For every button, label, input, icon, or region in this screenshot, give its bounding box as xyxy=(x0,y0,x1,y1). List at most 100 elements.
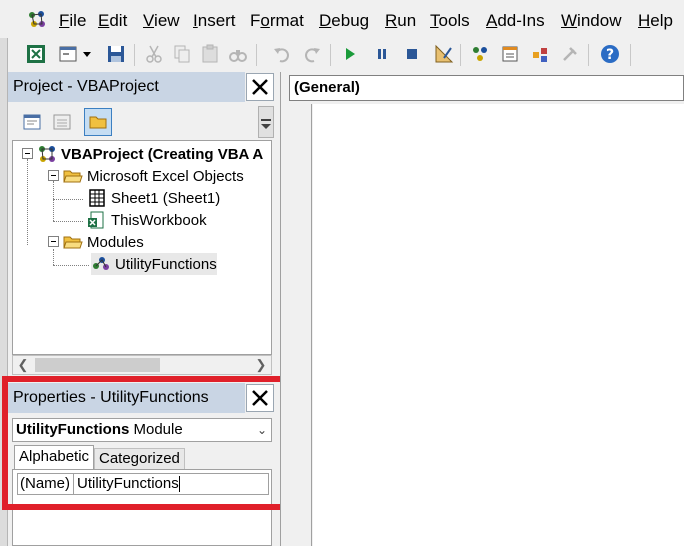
tree-item-modules[interactable]: Modules xyxy=(63,231,144,253)
menu-file[interactable]: File xyxy=(59,10,86,32)
tree-connector xyxy=(53,199,83,200)
tree-item-label: Microsoft Excel Objects xyxy=(87,167,244,185)
tree-item-label: Modules xyxy=(87,233,144,251)
chevron-right-icon[interactable]: ❯ xyxy=(251,356,271,374)
worksheet-icon xyxy=(87,188,107,208)
view-excel-icon[interactable] xyxy=(24,42,48,66)
object-browser-icon[interactable] xyxy=(528,42,552,66)
toolbar-separator xyxy=(134,44,135,66)
code-editor[interactable] xyxy=(313,104,684,546)
open-folder-icon xyxy=(63,166,83,186)
property-name: (Name) xyxy=(18,474,75,494)
toolbar-separator xyxy=(460,44,461,66)
property-row-name[interactable]: (Name) UtilityFunctions xyxy=(17,473,269,495)
chevron-left-icon[interactable]: ❮ xyxy=(13,356,33,374)
tree-item-label: UtilityFunctions xyxy=(115,255,217,273)
run-icon[interactable] xyxy=(338,42,362,66)
menu-debug[interactable]: Debug xyxy=(319,10,369,32)
tree-connector xyxy=(53,249,54,265)
view-object-icon xyxy=(53,114,71,130)
workbook-icon xyxy=(87,210,107,230)
save-icon[interactable] xyxy=(104,42,128,66)
vba-project-icon xyxy=(37,144,57,164)
toolbar-separator xyxy=(588,44,589,66)
menu-window[interactable]: Window xyxy=(561,10,621,32)
properties-panel-title: Properties - UtilityFunctions xyxy=(8,383,245,413)
tree-connector xyxy=(27,159,28,245)
chevron-down-icon: ⌄ xyxy=(256,423,267,437)
tree-connector xyxy=(53,181,54,221)
tree-item-label: Sheet1 (Sheet1) xyxy=(111,189,221,207)
project-toolbar xyxy=(10,104,276,140)
toolbox-icon[interactable] xyxy=(558,42,582,66)
menu-format[interactable]: Format xyxy=(250,10,304,32)
property-value-input[interactable]: UtilityFunctions xyxy=(74,474,180,494)
properties-grid: (Name) UtilityFunctions xyxy=(12,469,272,546)
tree-item-thisworkbook[interactable]: ThisWorkbook xyxy=(87,209,207,231)
close-icon xyxy=(252,390,268,406)
menu-run[interactable]: Run xyxy=(385,10,416,32)
toggle-folders-button[interactable] xyxy=(84,108,112,136)
close-icon xyxy=(252,79,268,95)
project-explorer-icon[interactable] xyxy=(468,42,492,66)
view-code-button[interactable] xyxy=(18,108,46,136)
toolbar-separator xyxy=(630,44,631,66)
paste-icon[interactable] xyxy=(198,42,222,66)
project-tree: VBAProject (Creating VBA A Microsoft Exc… xyxy=(12,140,272,355)
module-icon xyxy=(91,254,111,274)
object-selector-dropdown[interactable]: UtilityFunctions Module ⌄ xyxy=(12,418,272,442)
menu-bar: File Edit View Insert Format Debug Run T… xyxy=(0,0,684,38)
vba-app-icon xyxy=(26,9,48,31)
cut-icon[interactable] xyxy=(142,42,166,66)
code-margin-indicator-bar xyxy=(284,104,312,546)
svg-text:?: ? xyxy=(606,47,614,63)
redo-icon[interactable] xyxy=(300,42,324,66)
folder-icon xyxy=(89,116,107,129)
window-left-edge xyxy=(0,0,8,546)
tree-item-excel-objects[interactable]: Microsoft Excel Objects xyxy=(63,165,244,187)
tab-alphabetic[interactable]: Alphabetic xyxy=(14,445,95,469)
menu-add-ins[interactable]: Add-Ins xyxy=(486,10,545,32)
tab-categorized[interactable]: Categorized xyxy=(94,448,185,469)
object-name: UtilityFunctions xyxy=(16,421,130,438)
chevron-down-icon xyxy=(261,119,271,129)
menu-help[interactable]: Help xyxy=(638,10,673,32)
collapse-modules-toggle[interactable] xyxy=(48,236,59,247)
help-icon[interactable]: ? xyxy=(598,42,622,66)
view-object-button[interactable] xyxy=(48,108,76,136)
dropdown-arrow-icon[interactable] xyxy=(80,42,94,66)
standard-toolbar: ? xyxy=(8,38,684,72)
close-project-panel-button[interactable] xyxy=(246,73,274,101)
tree-connector xyxy=(53,221,83,222)
find-icon[interactable] xyxy=(226,42,250,66)
tree-item-utilityfunctions[interactable]: UtilityFunctions xyxy=(91,253,217,275)
toolbar-separator xyxy=(256,44,257,66)
collapse-excel-objects-toggle[interactable] xyxy=(48,170,59,181)
view-code-icon xyxy=(23,114,41,130)
break-icon[interactable] xyxy=(370,42,394,66)
reset-icon[interactable] xyxy=(400,42,424,66)
design-mode-icon[interactable] xyxy=(432,42,456,66)
menu-insert[interactable]: Insert xyxy=(193,10,236,32)
tree-item-sheet1[interactable]: Sheet1 (Sheet1) xyxy=(87,187,220,209)
tree-item-label: ThisWorkbook xyxy=(111,211,207,229)
menu-tools[interactable]: Tools xyxy=(430,10,470,32)
insert-userform-icon[interactable] xyxy=(56,42,80,66)
project-tree-hscrollbar[interactable]: ❮ ❯ xyxy=(12,355,272,375)
collapse-root-toggle[interactable] xyxy=(22,148,33,159)
scrollbar-thumb[interactable] xyxy=(35,358,160,372)
project-panel-title: Project - VBAProject xyxy=(8,72,245,102)
close-properties-panel-button[interactable] xyxy=(246,384,274,412)
tree-item-vbaproject[interactable]: VBAProject (Creating VBA A xyxy=(37,143,263,165)
properties-window-icon[interactable] xyxy=(498,42,522,66)
object-type: Module xyxy=(129,421,183,438)
project-toolbar-scroll[interactable] xyxy=(258,106,274,138)
text-cursor xyxy=(178,476,180,493)
menu-edit[interactable]: Edit xyxy=(98,10,127,32)
copy-icon[interactable] xyxy=(170,42,194,66)
undo-icon[interactable] xyxy=(270,42,294,66)
menu-view[interactable]: View xyxy=(143,10,180,32)
open-folder-icon xyxy=(63,232,83,252)
tree-connector xyxy=(53,265,89,266)
object-combo-box[interactable]: (General) xyxy=(289,75,684,101)
